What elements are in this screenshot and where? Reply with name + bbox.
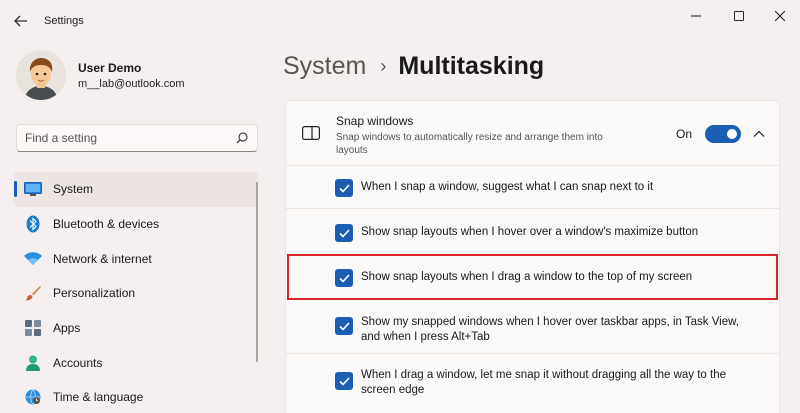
back-button[interactable] (12, 12, 30, 30)
checkbox[interactable] (335, 179, 353, 197)
snap-windows-header[interactable]: Snap windows Snap windows to automatical… (285, 100, 780, 166)
snap-layout-icon (302, 126, 320, 141)
option-label: When I snap a window, suggest what I can… (361, 181, 654, 193)
search-input[interactable] (25, 131, 235, 145)
sidebar-item-label: Time & language (53, 390, 144, 405)
sidebar-item-apps[interactable]: Apps (14, 311, 258, 346)
chevron-up-icon[interactable] (752, 127, 766, 141)
globe-clock-icon (24, 388, 42, 406)
checkbox[interactable] (335, 372, 353, 390)
wifi-icon (24, 250, 42, 268)
checkbox[interactable] (335, 224, 353, 242)
apps-icon (24, 319, 42, 337)
bluetooth-icon (24, 215, 42, 233)
toggle-state-label: On (676, 127, 693, 141)
search-icon[interactable] (235, 131, 249, 145)
checkmark-icon (338, 183, 350, 193)
user-name: User Demo (78, 60, 142, 75)
maximize-icon (734, 11, 744, 21)
option-label: Show my snapped windows when I hover ove… (361, 316, 740, 343)
sidebar-item-network[interactable]: Network & internet (14, 241, 258, 276)
user-email: m__lab@outlook.com (78, 77, 185, 90)
sidebar-item-label: Bluetooth & devices (53, 217, 160, 232)
monitor-icon (24, 180, 42, 198)
highlight-box (287, 254, 778, 300)
user-profile[interactable]: User Demo m__lab@outlook.com (16, 50, 185, 100)
search-box[interactable] (16, 124, 258, 152)
checkmark-icon (338, 321, 350, 331)
sidebar-item-label: Accounts (53, 355, 103, 370)
sidebar-item-accounts[interactable]: Accounts (14, 345, 258, 380)
option-label: When I drag a window, let me snap it wit… (361, 369, 727, 396)
maximize-button[interactable] (729, 8, 749, 24)
snap-windows-description: Snap windows to automatically resize and… (336, 132, 603, 156)
close-icon (775, 11, 785, 21)
snap-option-taskbar[interactable]: Show my snapped windows when I hover ove… (285, 300, 780, 354)
back-arrow-icon (14, 15, 27, 27)
snap-windows-toggle[interactable] (705, 125, 741, 143)
sidebar-item-system[interactable]: System (14, 172, 258, 207)
checkmark-icon (338, 228, 350, 238)
snap-option-suggest[interactable]: When I snap a window, suggest what I can… (285, 166, 780, 209)
brush-icon (24, 284, 42, 302)
sidebar-nav: System Bluetooth & devices Network & int… (14, 172, 258, 413)
breadcrumb: System › Multitasking (283, 52, 544, 81)
snap-option-hover-maximize[interactable]: Show snap layouts when I hover over a wi… (285, 209, 780, 255)
sidebar-item-time-language[interactable]: Time & language (14, 380, 258, 413)
checkbox[interactable] (335, 317, 353, 335)
user-info: User Demo m__lab@outlook.com (78, 61, 185, 90)
sidebar-item-label: Personalization (53, 286, 136, 301)
chevron-right-icon: › (380, 56, 387, 76)
sidebar-item-label: Apps (53, 321, 81, 336)
sidebar-item-label: Network & internet (53, 251, 152, 266)
avatar (16, 50, 66, 100)
snap-windows-title: Snap windows (336, 114, 414, 128)
sidebar-item-label: System (53, 182, 94, 197)
app-title: Settings (44, 15, 84, 27)
breadcrumb-parent[interactable]: System (283, 52, 366, 81)
option-label: Show snap layouts when I hover over a wi… (361, 226, 699, 238)
toggle-knob (727, 129, 737, 139)
sidebar-item-bluetooth[interactable]: Bluetooth & devices (14, 207, 258, 242)
snap-option-drag-edge[interactable]: When I drag a window, let me snap it wit… (285, 354, 780, 413)
sidebar-scrollbar[interactable] (256, 182, 258, 362)
minimize-button[interactable] (686, 8, 706, 24)
close-button[interactable] (770, 8, 790, 24)
minimize-icon (691, 15, 701, 17)
avatar-icon (16, 50, 66, 100)
page-title: Multitasking (398, 52, 545, 80)
title-bar: Settings (0, 0, 800, 40)
person-icon (24, 354, 42, 372)
checkmark-icon (338, 376, 350, 386)
sidebar-item-personalization[interactable]: Personalization (14, 276, 258, 311)
